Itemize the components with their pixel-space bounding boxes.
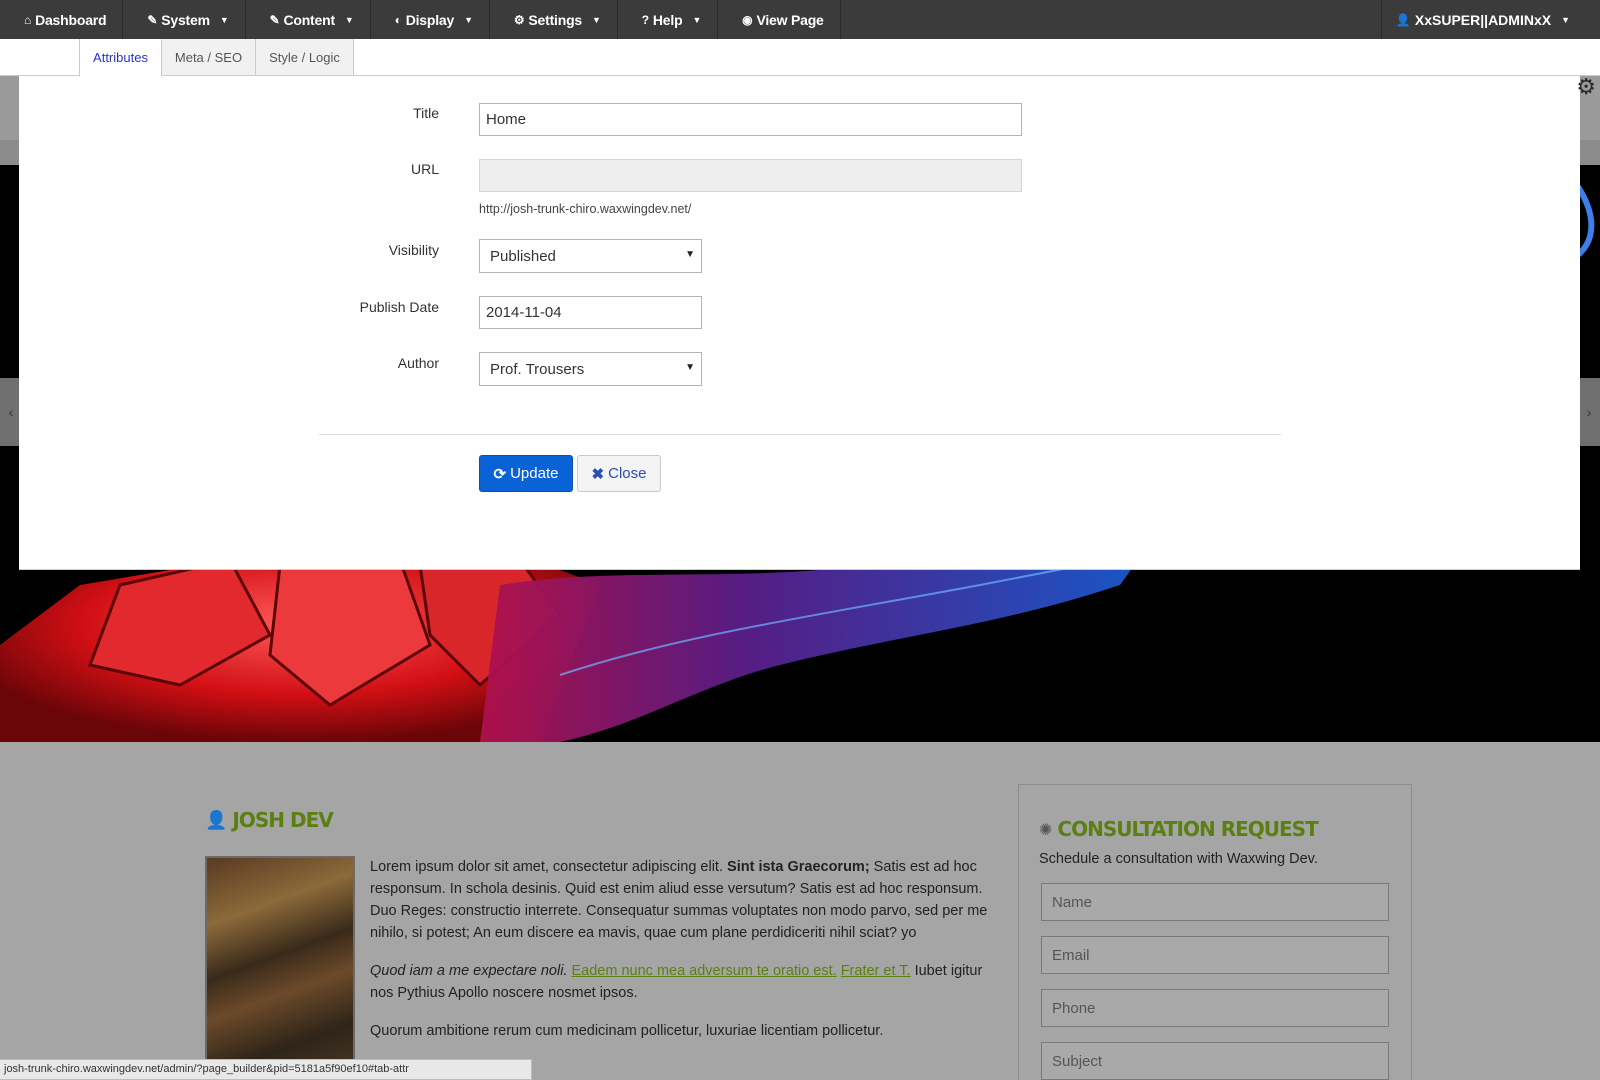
article-text: Lorem ipsum dolor sit amet, consectetur … [370,859,728,875]
visibility-select[interactable]: Published ▼ [479,239,702,273]
close-icon: ✖ [591,465,605,483]
name-field[interactable]: Name [1041,883,1389,921]
caret-down-icon: ▼ [464,14,473,25]
question-icon: ? [641,12,649,27]
nav-settings[interactable]: ⚙ Settings ▼ [490,0,618,39]
form-divider [319,434,1281,435]
tab-attributes[interactable]: Attributes [79,39,162,77]
hero-next-arrow[interactable]: › [1578,378,1600,446]
publish-date-input[interactable]: 2014-11-04 [479,296,702,329]
title-label: Title [413,105,439,121]
browser-status-bar: josh-trunk-chiro.waxwingdev.net/admin/?p… [0,1059,532,1080]
close-button-label: Close [608,465,647,482]
refresh-icon: ⟳ [493,465,507,483]
nav-display-label: Display [405,11,455,28]
nav-view-page[interactable]: ◉ View Page [718,0,841,39]
article-paragraph: Quod iam a me expectare noli. Eadem nunc… [370,960,990,1004]
gear-icon: ✺ [1039,819,1052,839]
wrench-icon: ✎ [147,12,158,27]
nav-system[interactable]: ✎ System ▼ [123,0,246,39]
tab-meta-seo[interactable]: Meta / SEO [161,39,256,76]
author-heading: 👤 JOSH DEV [205,808,334,832]
update-button[interactable]: ⟳ Update [479,455,573,492]
caret-down-icon: ▼ [592,14,601,25]
visibility-label: Visibility [388,242,439,258]
article-link[interactable]: Frater et T. [841,963,911,979]
select-arrow-icon: ▼ [685,249,695,260]
eye-icon: ◉ [742,12,753,27]
close-button[interactable]: ✖ Close [577,455,661,492]
author-label: Author [397,355,439,371]
article-paragraph: Quorum ambitione rerum cum medicinam pol… [370,1023,884,1039]
email-field[interactable]: Email [1041,936,1389,974]
author-photo [205,856,355,1080]
consultation-widget: ✺ CONSULTATION REQUEST Schedule a consul… [1018,784,1412,1080]
title-input[interactable]: Home [479,103,1022,136]
article-italic-text: Quod iam a me expectare noli. [370,963,568,979]
subject-field[interactable]: Subject [1041,1042,1389,1080]
url-input[interactable] [479,159,1022,192]
nav-view-page-label: View Page [756,11,824,28]
nav-system-label: System [161,11,210,28]
modal-tab-bar: Attributes Meta / SEO Style / Logic [0,39,1600,77]
user-icon: 👤 [205,809,227,831]
author-select[interactable]: Prof. Trousers ▼ [479,352,702,386]
home-icon: ⌂ [24,12,32,27]
nav-dashboard-label: Dashboard [35,11,107,28]
nav-help[interactable]: ? Help ▼ [618,0,719,39]
admin-nav: ⌂ Dashboard ✎ System ▼ ✎ Content ▼ ◐ Dis… [0,0,1600,39]
select-arrow-icon: ▼ [685,362,695,373]
url-label: URL [410,161,439,177]
article-paragraph: Lorem ipsum dolor sit amet, consectetur … [370,856,990,944]
edit-icon: ✎ [269,12,280,27]
user-icon: 👤 [1395,12,1411,27]
gear-icon: ⚙ [513,12,525,27]
nav-dashboard[interactable]: ⌂ Dashboard [0,0,124,39]
user-menu[interactable]: 👤 XxSUPER||ADMINxX ▼ [1380,0,1600,39]
article-bold-text: Sint ista Graecorum; [727,859,870,875]
update-button-label: Update [510,465,559,482]
author-heading-text: JOSH DEV [232,808,333,832]
nav-help-label: Help [652,11,683,28]
nav-content[interactable]: ✎ Content ▼ [246,0,371,39]
caret-down-icon: ▼ [1561,14,1570,25]
nav-settings-label: Settings [528,11,583,28]
admin-toolbar: ⌂ Dashboard ✎ System ▼ ✎ Content ▼ ◐ Dis… [0,0,1600,39]
author-value: Prof. Trousers [490,361,585,378]
nav-display[interactable]: ◐ Display ▼ [371,0,490,39]
gear-icon[interactable]: ⚙ [1576,74,1596,100]
consultation-subtitle: Schedule a consultation with Waxwing Dev… [1039,851,1318,867]
user-name: XxSUPER||ADMINxX [1414,11,1552,28]
publish-date-label: Publish Date [359,299,439,315]
nav-content-label: Content [283,11,335,28]
article-link[interactable]: Eadem nunc mea adversum te oratio est. [572,963,837,979]
visibility-value: Published [490,248,556,265]
article-body: Lorem ipsum dolor sit amet, consectetur … [370,856,990,1058]
caret-down-icon: ▼ [219,14,229,25]
page-attributes-modal: Title Home URL http://josh-trunk-chiro.w… [19,76,1580,570]
consultation-title: ✺ CONSULTATION REQUEST [1039,817,1319,841]
phone-field[interactable]: Phone [1041,989,1389,1027]
caret-down-icon: ▼ [344,14,354,25]
caret-down-icon: ▼ [692,14,702,25]
url-help-text: http://josh-trunk-chiro.waxwingdev.net/ [479,202,692,216]
contrast-icon: ◐ [394,12,402,27]
consultation-title-text: CONSULTATION REQUEST [1057,817,1318,841]
tab-style-logic[interactable]: Style / Logic [255,39,354,76]
